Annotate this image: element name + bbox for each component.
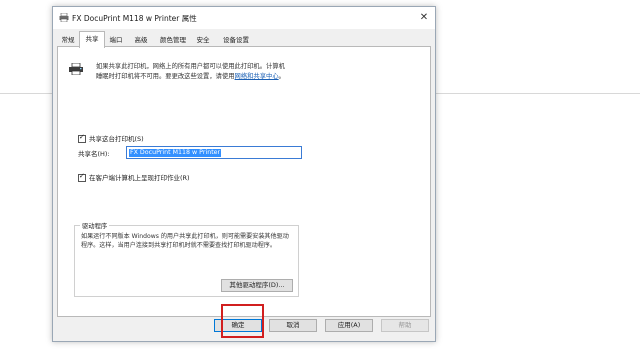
tab-general[interactable]: 常规 — [57, 34, 79, 46]
drivers-legend: 驱动程序 — [80, 221, 110, 230]
help-button[interactable]: 帮助 — [381, 319, 429, 332]
ok-button-highlight-box — [221, 304, 264, 338]
title-bar: FX DocuPrint M118 w Printer 属性 ✕ — [53, 7, 435, 29]
additional-drivers-button[interactable]: 其他驱动程序(D)... — [221, 279, 293, 292]
sharing-panel: 如果共享此打印机，网络上的所有用户都可以使用此打印机。计算机 睡眠时打印机将不可… — [57, 46, 431, 317]
share-printer-label: 共享这台打印机(S) — [89, 135, 144, 143]
render-client-check-icon[interactable] — [78, 172, 86, 182]
tab-security[interactable]: 安全 — [192, 34, 214, 46]
description-line-2-end: 。 — [278, 73, 285, 80]
printer-properties-dialog: FX DocuPrint M118 w Printer 属性 ✕ 常规 共享 端… — [52, 6, 436, 342]
close-button[interactable]: ✕ — [413, 7, 435, 29]
printer-icon — [59, 13, 69, 22]
drivers-description: 如果运行不同版本 Windows 的用户共享此打印机，则可能需要安装其他驱动程序… — [81, 233, 289, 249]
description-line-1: 如果共享此打印机，网络上的所有用户都可以使用此打印机。计算机 — [96, 63, 285, 70]
tab-color-management[interactable]: 颜色管理 — [155, 34, 191, 46]
network-sharing-center-link[interactable]: 网络和共享中心 — [235, 73, 279, 80]
share-name-input[interactable]: FX DocuPrint M118 w Printer — [126, 146, 302, 159]
sharing-description: 如果共享此打印机，网络上的所有用户都可以使用此打印机。计算机 睡眠时打印机将不可… — [96, 62, 426, 82]
tab-ports[interactable]: 端口 — [104, 34, 128, 46]
description-line-2: 睡眠时打印机将不可用。要更改这些设置，请使用网络和共享中心。 — [96, 72, 426, 82]
description-line-2-text: 睡眠时打印机将不可用。要更改这些设置，请使用 — [96, 73, 235, 80]
share-name-value[interactable]: FX DocuPrint M118 w Printer — [129, 149, 222, 157]
shared-printer-icon — [69, 63, 83, 75]
drivers-group: 驱动程序 如果运行不同版本 Windows 的用户共享此打印机，则可能需要安装其… — [74, 221, 299, 297]
tab-sharing[interactable]: 共享 — [79, 31, 105, 48]
share-printer-check-icon[interactable] — [78, 133, 86, 143]
share-name-label: 共享名(H): — [78, 150, 110, 158]
apply-button[interactable]: 应用(A) — [325, 319, 373, 332]
window-title: FX DocuPrint M118 w Printer 属性 — [72, 14, 197, 23]
tab-device-settings[interactable]: 设备设置 — [217, 34, 255, 46]
share-printer-checkbox[interactable]: 共享这台打印机(S) — [78, 133, 144, 143]
render-client-checkbox[interactable]: 在客户端计算机上呈现打印作业(R) — [78, 172, 190, 182]
cancel-button[interactable]: 取消 — [269, 319, 317, 332]
render-client-label: 在客户端计算机上呈现打印作业(R) — [89, 174, 190, 182]
tab-advanced[interactable]: 高级 — [129, 34, 153, 46]
